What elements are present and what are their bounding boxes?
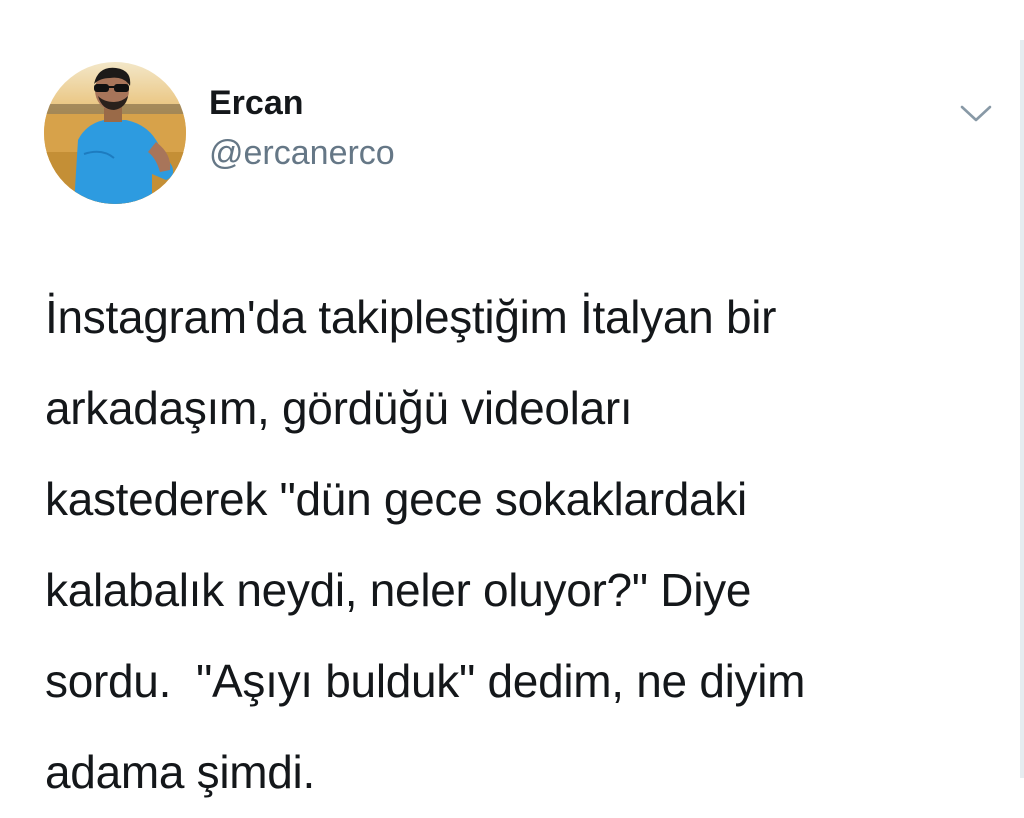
chevron-down-icon-glyph	[960, 105, 992, 122]
edge-divider	[1020, 40, 1024, 778]
chevron-down-icon[interactable]	[956, 98, 996, 128]
author-avatar[interactable]	[44, 62, 186, 204]
tweet-card: Ercan @ercanerco İnstagram'da takipleşti…	[0, 0, 1024, 798]
profile-photo-icon	[44, 62, 186, 204]
author-display-name[interactable]: Ercan	[209, 84, 304, 123]
tweet-text: İnstagram'da takipleştiğim İtalyan bir a…	[45, 291, 806, 798]
author-handle[interactable]: @ercanerco	[209, 134, 395, 173]
